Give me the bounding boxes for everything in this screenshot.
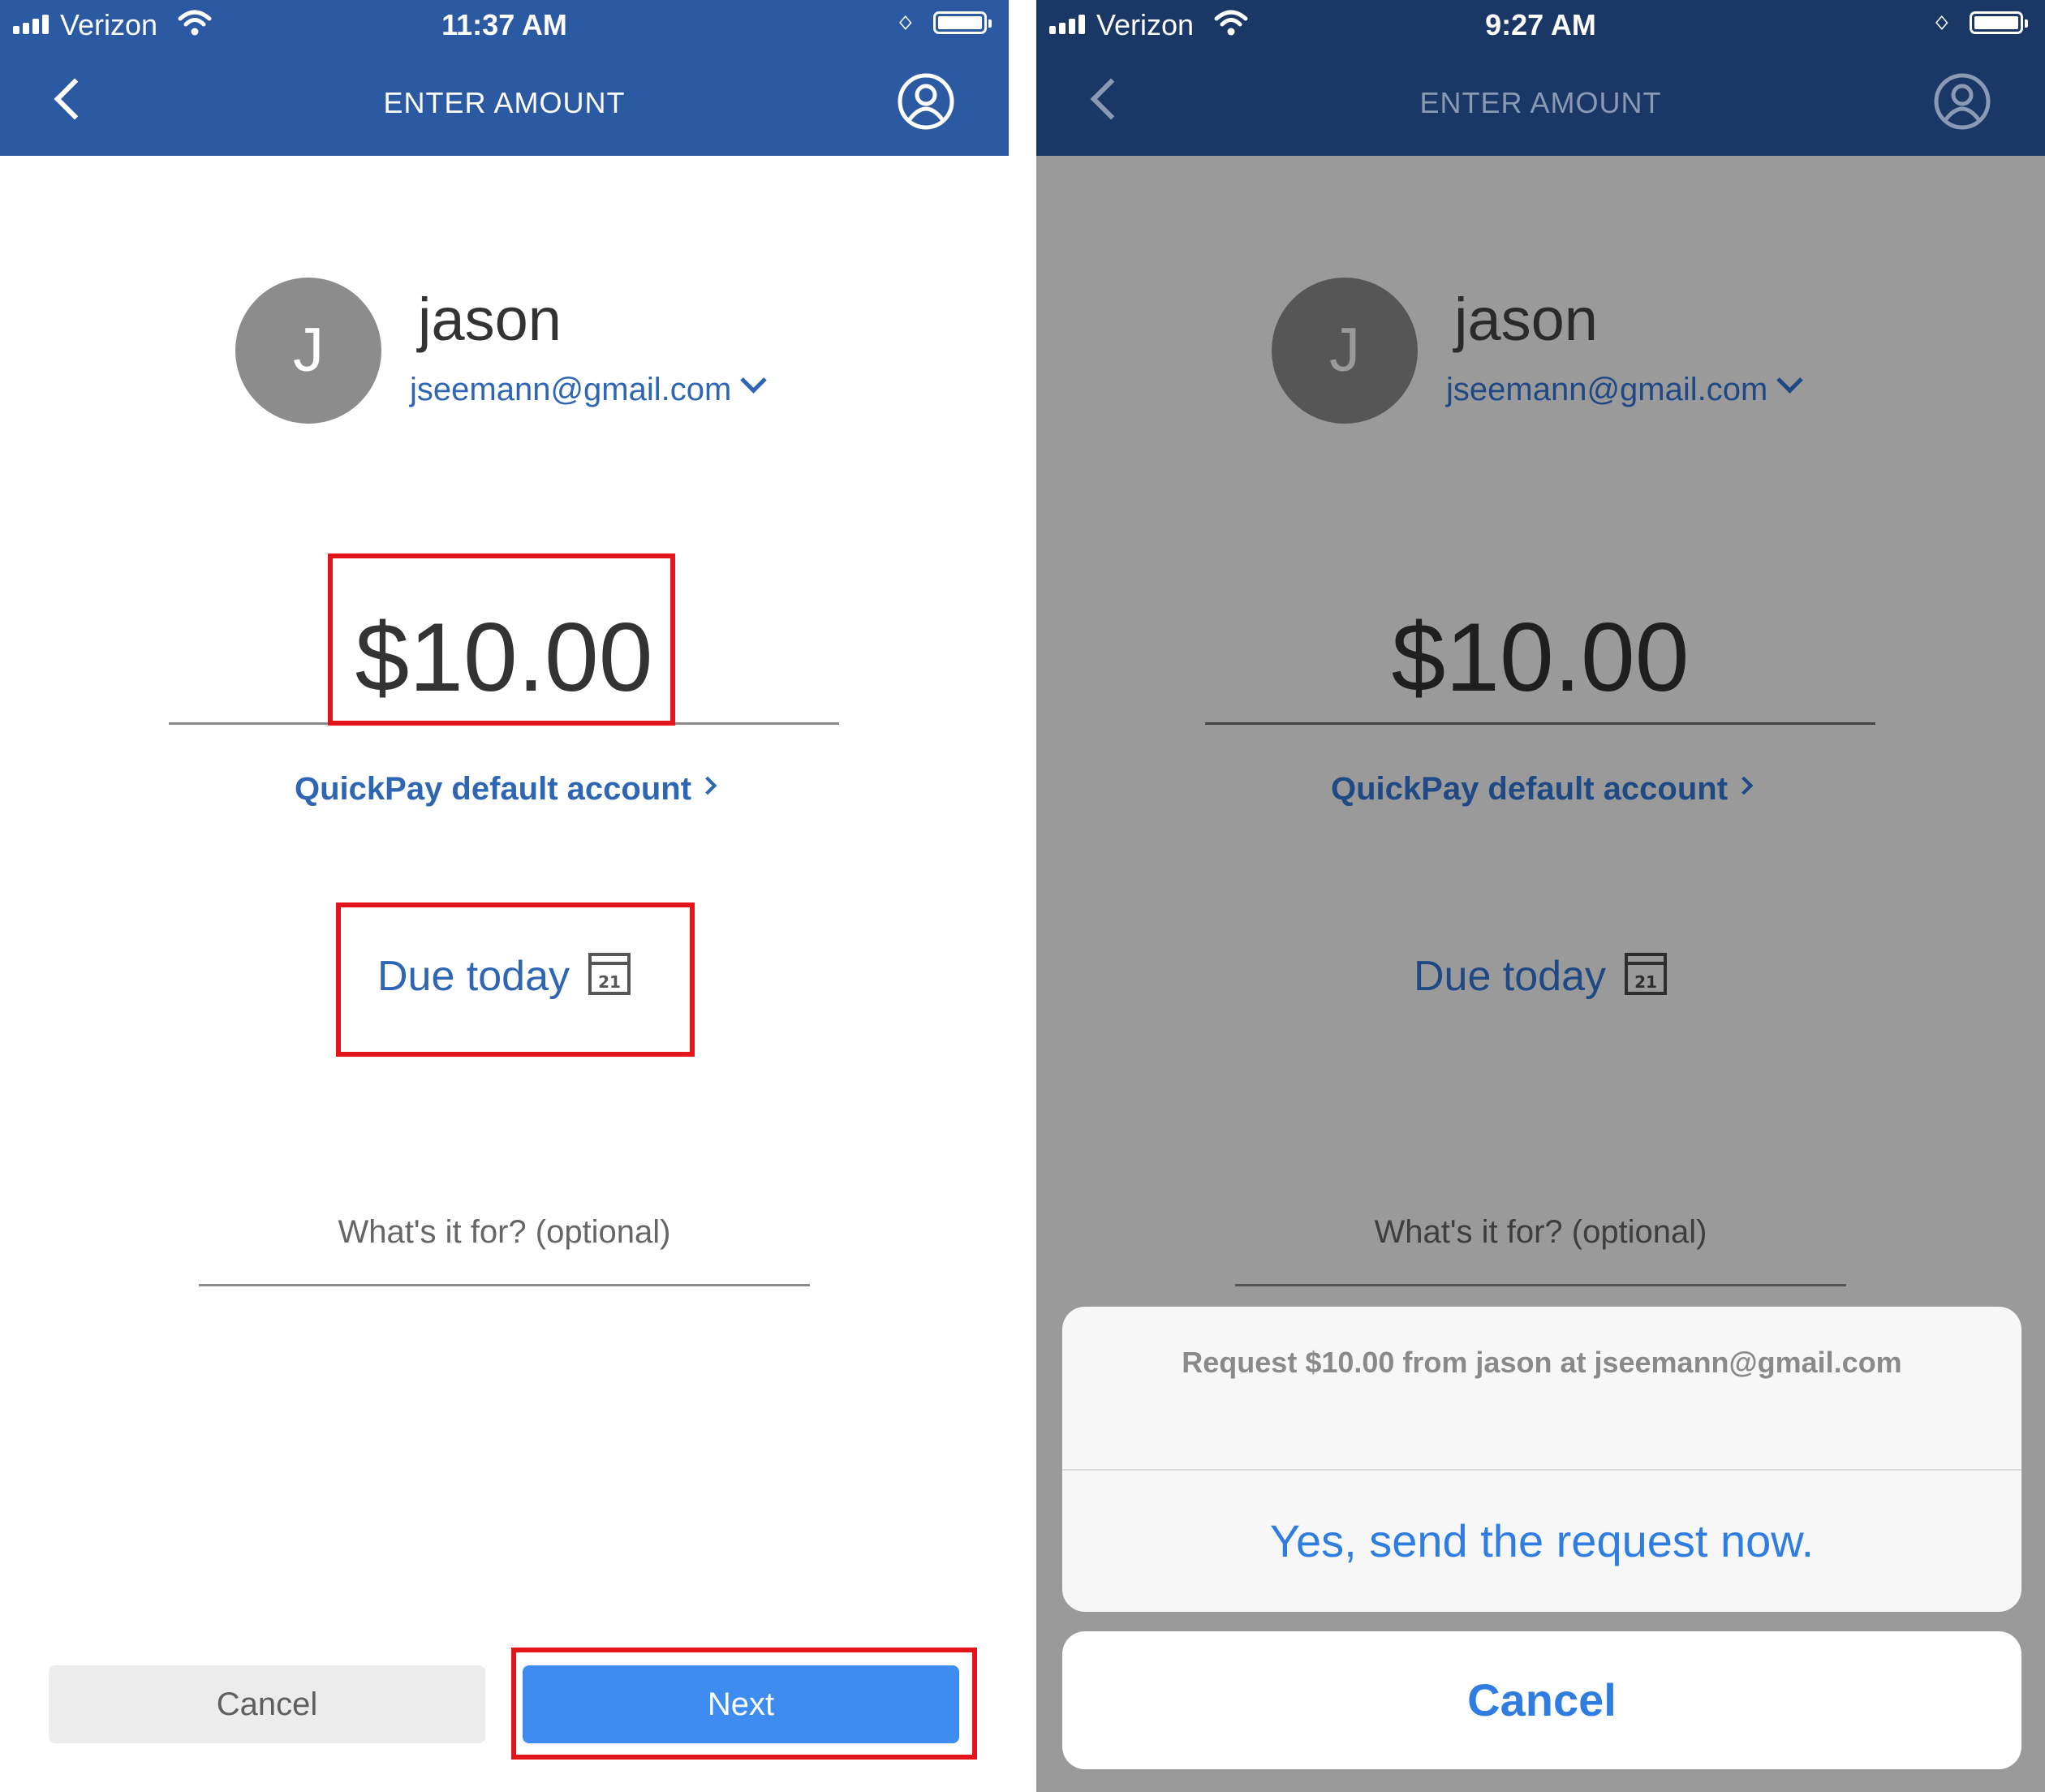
amount-underline [1205,722,1875,725]
chevron-right-icon [1734,776,1754,795]
account-link-label: QuickPay default account [1330,771,1729,807]
due-date-label: Due today [1413,953,1607,1000]
highlight-box-next [511,1648,977,1760]
status-time: 11:37 AM [441,8,567,41]
account-selector-link[interactable]: QuickPay default account [0,766,1009,812]
chevron-right-icon [698,776,717,795]
memo-placeholder: What's it for? (optional) [1374,1214,1707,1250]
calendar-icon: 21 [1625,953,1668,995]
left-screen: Verizon 11:37 AM ᛜ ENTER AMOUNT J jason … [0,0,1009,1792]
right-screen: Verizon 9:27 AM ᛜ ENTER AMOUNT J jason j… [1036,0,2045,1792]
calendar-day: 21 [1634,972,1657,992]
recipient-email-select[interactable]: jseemann@gmail.com [410,366,768,411]
memo-input: What's it for? (optional) [1235,1209,1846,1286]
send-request-button[interactable]: Yes, send the request now. [1062,1471,2021,1612]
app-header: Verizon 11:37 AM ᛜ ENTER AMOUNT [0,0,1009,156]
due-date-selector: Due today 21 [1036,948,2045,1005]
amount-value: $10.00 [1391,603,1690,712]
chevron-down-icon [1776,366,1804,394]
battery-icon [1970,11,2028,34]
action-sheet-message: Request $10.00 from jason at jseemann@gm… [1182,1346,1902,1379]
recipient-name: jason [418,286,562,353]
highlight-box-amount [328,554,675,726]
highlight-box-due-date [336,902,695,1057]
cancel-button[interactable]: Cancel [49,1665,485,1743]
action-sheet: Request $10.00 from jason at jseemann@gm… [1062,1307,2021,1612]
account-link-label: QuickPay default account [294,771,692,807]
chevron-down-icon [740,366,768,394]
profile-icon[interactable] [897,72,955,131]
memo-placeholder: What's it for? (optional) [338,1214,671,1250]
recipient-email-select: jseemann@gmail.com [1446,366,1804,411]
recipient-name: jason [1454,286,1598,353]
avatar-initial: J [1329,316,1360,385]
status-bar: Verizon 9:27 AM ᛜ [1036,0,2045,52]
account-selector-link: QuickPay default account [1036,766,2045,812]
memo-input[interactable]: What's it for? (optional) [199,1209,810,1286]
status-time: 9:27 AM [1485,8,1596,41]
amount-input: $10.00 [1205,592,1875,726]
page-title: ENTER AMOUNT [383,86,626,119]
recipient-email: jseemann@gmail.com [410,372,732,407]
page-title: ENTER AMOUNT [1419,86,1662,119]
bluetooth-icon: ᛜ [897,8,915,41]
avatar: J [1272,278,1418,424]
battery-icon [933,11,992,34]
action-sheet-cancel-button[interactable]: Cancel [1062,1631,2021,1769]
bluetooth-icon: ᛜ [1933,8,1951,41]
recipient-email: jseemann@gmail.com [1446,372,1768,407]
memo-underline [199,1284,810,1286]
status-bar: Verizon 11:37 AM ᛜ [0,0,1009,52]
profile-icon [1934,73,1991,130]
avatar-initial: J [293,316,324,385]
memo-underline [1235,1284,1846,1286]
app-header: Verizon 9:27 AM ᛜ ENTER AMOUNT [1036,0,2045,156]
avatar: J [235,278,381,424]
